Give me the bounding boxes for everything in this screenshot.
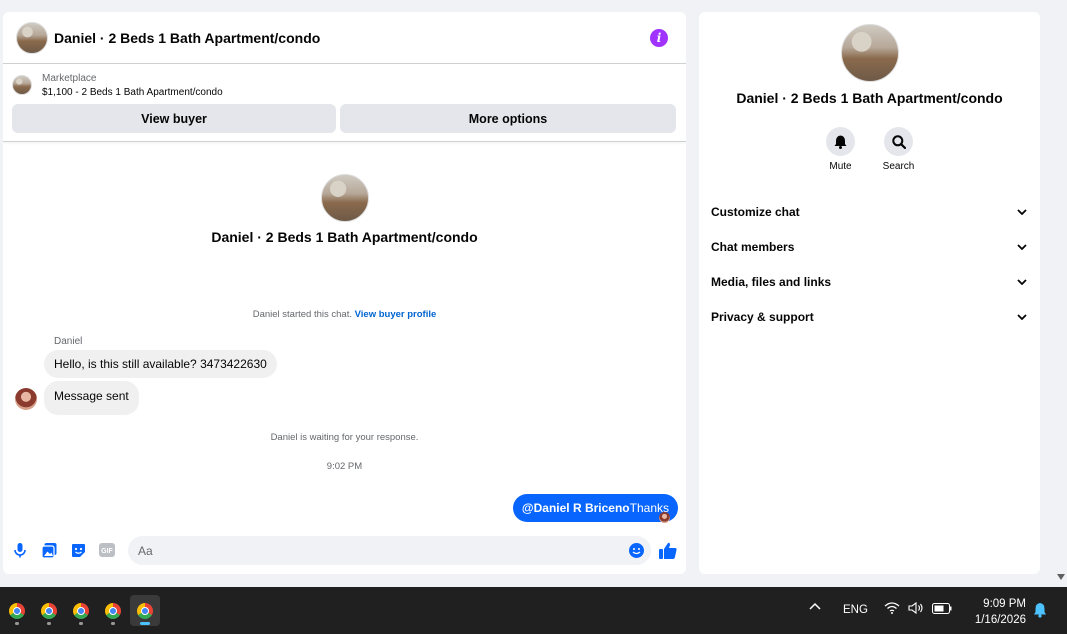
scrollbar-down-arrow[interactable] xyxy=(1057,574,1065,580)
section-customize-chat[interactable]: Customize chat xyxy=(699,194,1040,229)
info-icon[interactable]: i xyxy=(650,28,668,47)
outgoing-message[interactable]: @Daniel R BricenoThanks xyxy=(512,494,678,522)
show-hidden-icons-chevron-up-icon[interactable] xyxy=(809,601,821,613)
taskbar-chrome-2[interactable] xyxy=(34,595,64,626)
section-label: Chat members xyxy=(711,239,795,254)
language-indicator[interactable]: ENG xyxy=(843,604,868,616)
listing-thumbnail xyxy=(12,75,32,95)
chat-intro: Daniel · 2 Beds 1 Bath Apartment/condo xyxy=(3,174,686,245)
active-indicator xyxy=(140,622,150,625)
message-row: Message sent xyxy=(44,381,686,415)
taskbar-chrome-3[interactable] xyxy=(66,595,96,626)
volume-icon[interactable] xyxy=(908,601,924,617)
system-clock[interactable]: 9:09 PM 1/16/2026 xyxy=(975,596,1026,628)
listing-actions: View buyer More options xyxy=(3,100,686,133)
intro-avatar[interactable] xyxy=(320,174,369,222)
section-media-files-links[interactable]: Media, files and links xyxy=(699,264,1040,299)
battery-icon[interactable] xyxy=(932,603,952,617)
info-title: Daniel · 2 Beds 1 Bath Apartment/condo xyxy=(736,90,1003,106)
gif-icon[interactable]: GIF xyxy=(98,541,116,559)
sender-avatar[interactable] xyxy=(15,388,37,410)
view-buyer-button[interactable]: View buyer xyxy=(12,104,336,133)
incoming-message[interactable]: Hello, is this still available? 34734226… xyxy=(44,350,277,378)
chat-started-text: Daniel started this chat. xyxy=(252,309,352,320)
section-label: Customize chat xyxy=(711,204,800,219)
bell-icon[interactable] xyxy=(826,127,855,156)
mute-button[interactable]: Mute xyxy=(823,127,859,172)
running-indicator xyxy=(15,622,19,625)
svg-text:GIF: GIF xyxy=(101,548,113,555)
chevron-down-icon xyxy=(1017,243,1027,250)
message-timestamp: 9:02 PM xyxy=(326,461,363,472)
search-label: Search xyxy=(882,161,915,172)
section-privacy-support[interactable]: Privacy & support xyxy=(699,299,1040,334)
chevron-down-icon xyxy=(1017,313,1027,320)
conversation-info-panel: Daniel · 2 Beds 1 Bath Apartment/condo M… xyxy=(699,12,1040,574)
running-indicator xyxy=(111,622,115,625)
emoji-icon[interactable] xyxy=(629,543,644,558)
mention[interactable]: @Daniel R Briceno xyxy=(522,501,630,515)
chat-panel: Daniel · 2 Beds 1 Bath Apartment/condo i… xyxy=(3,12,686,574)
message-input[interactable]: Aa xyxy=(128,536,651,565)
chevron-down-icon xyxy=(1017,278,1027,285)
microphone-icon[interactable] xyxy=(13,541,27,559)
chrome-icon xyxy=(73,602,89,619)
clock-date: 1/16/2026 xyxy=(974,614,1026,626)
taskbar-chrome-1[interactable] xyxy=(2,595,32,626)
info-sections: Customize chat Chat members Media, files… xyxy=(699,194,1040,334)
section-label: Privacy & support xyxy=(711,309,814,324)
read-receipt-avatar xyxy=(659,512,670,523)
notification-bell-icon[interactable] xyxy=(1033,602,1047,621)
section-chat-members[interactable]: Chat members xyxy=(699,229,1040,264)
section-label: Media, files and links xyxy=(711,274,832,289)
marketplace-listing[interactable]: Marketplace $1,100 - 2 Beds 1 Bath Apart… xyxy=(3,64,686,100)
chrome-icon xyxy=(9,602,25,619)
chrome-icon xyxy=(41,602,57,619)
message-row: Hello, is this still available? 34734226… xyxy=(44,350,686,378)
chat-header: Daniel · 2 Beds 1 Bath Apartment/condo i xyxy=(3,12,686,64)
header-divider xyxy=(3,141,686,142)
more-options-button[interactable]: More options xyxy=(340,104,676,133)
sticker-icon[interactable] xyxy=(69,541,87,559)
incoming-message[interactable]: Message sent xyxy=(44,381,139,415)
chat-started-note: Daniel started this chat. View buyer pro… xyxy=(3,309,686,320)
taskbar: ENG 9:09 PM 1/16/2026 xyxy=(0,587,1067,634)
running-indicator xyxy=(47,622,51,625)
waiting-note: Daniel is waiting for your response. xyxy=(270,432,419,443)
search-icon[interactable] xyxy=(884,127,913,156)
thumbs-up-icon[interactable] xyxy=(658,540,678,560)
sender-name: Daniel xyxy=(54,336,83,347)
search-button[interactable]: Search xyxy=(881,127,917,172)
taskbar-chrome-5[interactable] xyxy=(130,595,160,626)
chevron-down-icon xyxy=(1017,208,1027,215)
running-indicator xyxy=(79,622,83,625)
wifi-icon[interactable] xyxy=(884,602,900,617)
intro-title: Daniel · 2 Beds 1 Bath Apartment/condo xyxy=(211,229,478,245)
view-buyer-profile-link[interactable]: View buyer profile xyxy=(355,309,437,320)
clock-time: 9:09 PM xyxy=(983,598,1026,610)
marketplace-label: Marketplace xyxy=(42,72,97,84)
taskbar-chrome-4[interactable] xyxy=(98,595,128,626)
chrome-icon xyxy=(105,602,121,619)
info-avatar[interactable] xyxy=(840,24,899,82)
mute-label: Mute xyxy=(829,161,852,172)
quick-actions: Mute Search xyxy=(699,127,1040,172)
chat-title[interactable]: Daniel · 2 Beds 1 Bath Apartment/condo xyxy=(54,30,650,46)
message-composer: GIF Aa xyxy=(3,535,686,573)
chrome-icon xyxy=(137,602,153,619)
message-input-placeholder: Aa xyxy=(138,543,153,558)
photo-icon[interactable] xyxy=(40,541,58,559)
listing-avatar[interactable] xyxy=(16,21,48,54)
listing-summary: $1,100 - 2 Beds 1 Bath Apartment/condo xyxy=(42,86,223,98)
